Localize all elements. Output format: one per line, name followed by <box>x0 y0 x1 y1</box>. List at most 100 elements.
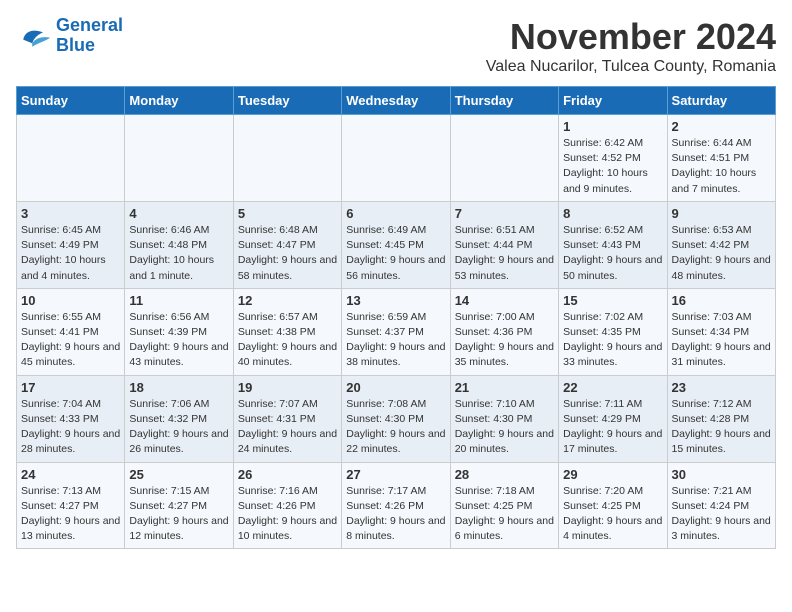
day-number: 4 <box>129 206 228 221</box>
calendar-cell: 24Sunrise: 7:13 AM Sunset: 4:27 PM Dayli… <box>17 462 125 549</box>
day-info: Sunrise: 7:02 AM Sunset: 4:35 PM Dayligh… <box>563 310 662 371</box>
day-info: Sunrise: 7:12 AM Sunset: 4:28 PM Dayligh… <box>672 397 771 458</box>
day-number: 25 <box>129 467 228 482</box>
calendar-cell: 18Sunrise: 7:06 AM Sunset: 4:32 PM Dayli… <box>125 375 233 462</box>
day-number: 20 <box>346 380 445 395</box>
day-info: Sunrise: 7:04 AM Sunset: 4:33 PM Dayligh… <box>21 397 120 458</box>
logo-icon <box>16 21 52 51</box>
calendar-cell: 23 Sunrise: 7:12 AM Sunset: 4:28 PM Dayli… <box>667 375 775 462</box>
day-number: 5 <box>238 206 337 221</box>
day-number: 21 <box>455 380 554 395</box>
calendar-cell: 19 Sunrise: 7:07 AM Sunset: 4:31 PM Dayli… <box>233 375 341 462</box>
day-info: Sunrise: 7:10 AM Sunset: 4:30 PM Dayligh… <box>455 397 554 458</box>
calendar-cell: 6Sunrise: 6:49 AM Sunset: 4:45 PM Daylig… <box>342 201 450 288</box>
calendar-week: 17 Sunrise: 7:04 AM Sunset: 4:33 PM Dayli… <box>17 375 776 462</box>
day-info: Sunrise: 6:52 AM Sunset: 4:43 PM Dayligh… <box>563 223 662 284</box>
logo-line1: General <box>56 15 123 35</box>
day-number: 11 <box>129 293 228 308</box>
day-number: 12 <box>238 293 337 308</box>
day-number: 3 <box>21 206 120 221</box>
column-header-saturday: Saturday <box>667 87 775 115</box>
day-info: Sunrise: 7:08 AM Sunset: 4:30 PM Dayligh… <box>346 397 445 458</box>
calendar-cell: 7 Sunrise: 6:51 AM Sunset: 4:44 PM Daylig… <box>450 201 558 288</box>
day-number: 29 <box>563 467 662 482</box>
month-title: November 2024 <box>486 16 776 58</box>
calendar-cell: 3 Sunrise: 6:45 AM Sunset: 4:49 PM Daylig… <box>17 201 125 288</box>
day-number: 8 <box>563 206 662 221</box>
calendar-cell: 4Sunrise: 6:46 AM Sunset: 4:48 PM Daylig… <box>125 201 233 288</box>
calendar-cell: 1 Sunrise: 6:42 AM Sunset: 4:52 PM Daylig… <box>559 115 667 202</box>
day-number: 23 <box>672 380 771 395</box>
calendar-body: 1 Sunrise: 6:42 AM Sunset: 4:52 PM Daylig… <box>17 115 776 549</box>
calendar-cell <box>125 115 233 202</box>
calendar-cell: 22 Sunrise: 7:11 AM Sunset: 4:29 PM Dayli… <box>559 375 667 462</box>
day-number: 13 <box>346 293 445 308</box>
calendar-cell: 2Sunrise: 6:44 AM Sunset: 4:51 PM Daylig… <box>667 115 775 202</box>
day-number: 17 <box>21 380 120 395</box>
calendar-week: 24Sunrise: 7:13 AM Sunset: 4:27 PM Dayli… <box>17 462 776 549</box>
location-subtitle: Valea Nucarilor, Tulcea County, Romania <box>486 58 776 76</box>
day-info: Sunrise: 7:00 AM Sunset: 4:36 PM Dayligh… <box>455 310 554 371</box>
logo-line2: Blue <box>56 35 95 55</box>
title-block: November 2024 Valea Nucarilor, Tulcea Co… <box>486 16 776 76</box>
day-number: 30 <box>672 467 771 482</box>
header-row: SundayMondayTuesdayWednesdayThursdayFrid… <box>17 87 776 115</box>
calendar-cell: 14 Sunrise: 7:00 AM Sunset: 4:36 PM Dayli… <box>450 288 558 375</box>
day-info: Sunrise: 6:55 AM Sunset: 4:41 PM Dayligh… <box>21 310 120 371</box>
logo: General Blue <box>16 16 123 56</box>
calendar-cell: 17 Sunrise: 7:04 AM Sunset: 4:33 PM Dayli… <box>17 375 125 462</box>
calendar-table: SundayMondayTuesdayWednesdayThursdayFrid… <box>16 86 776 549</box>
day-info: Sunrise: 7:11 AM Sunset: 4:29 PM Dayligh… <box>563 397 662 458</box>
day-info: Sunrise: 7:20 AM Sunset: 4:25 PM Dayligh… <box>563 484 662 545</box>
day-info: Sunrise: 7:13 AM Sunset: 4:27 PM Dayligh… <box>21 484 120 545</box>
day-number: 26 <box>238 467 337 482</box>
day-number: 15 <box>563 293 662 308</box>
calendar-week: 1 Sunrise: 6:42 AM Sunset: 4:52 PM Daylig… <box>17 115 776 202</box>
day-info: Sunrise: 6:44 AM Sunset: 4:51 PM Dayligh… <box>672 136 771 197</box>
column-header-sunday: Sunday <box>17 87 125 115</box>
day-number: 28 <box>455 467 554 482</box>
calendar-cell: 10 Sunrise: 6:55 AM Sunset: 4:41 PM Dayli… <box>17 288 125 375</box>
column-header-friday: Friday <box>559 87 667 115</box>
column-header-thursday: Thursday <box>450 87 558 115</box>
calendar-cell: 8 Sunrise: 6:52 AM Sunset: 4:43 PM Daylig… <box>559 201 667 288</box>
day-info: Sunrise: 6:51 AM Sunset: 4:44 PM Dayligh… <box>455 223 554 284</box>
day-number: 10 <box>21 293 120 308</box>
day-info: Sunrise: 6:42 AM Sunset: 4:52 PM Dayligh… <box>563 136 662 197</box>
day-info: Sunrise: 7:06 AM Sunset: 4:32 PM Dayligh… <box>129 397 228 458</box>
calendar-cell: 11 Sunrise: 6:56 AM Sunset: 4:39 PM Dayli… <box>125 288 233 375</box>
day-info: Sunrise: 6:45 AM Sunset: 4:49 PM Dayligh… <box>21 223 120 284</box>
calendar-cell: 20 Sunrise: 7:08 AM Sunset: 4:30 PM Dayli… <box>342 375 450 462</box>
calendar-cell: 26 Sunrise: 7:16 AM Sunset: 4:26 PM Dayli… <box>233 462 341 549</box>
column-header-monday: Monday <box>125 87 233 115</box>
logo-text: General Blue <box>56 16 123 56</box>
calendar-cell: 15 Sunrise: 7:02 AM Sunset: 4:35 PM Dayli… <box>559 288 667 375</box>
calendar-cell: 9Sunrise: 6:53 AM Sunset: 4:42 PM Daylig… <box>667 201 775 288</box>
column-header-tuesday: Tuesday <box>233 87 341 115</box>
day-info: Sunrise: 6:59 AM Sunset: 4:37 PM Dayligh… <box>346 310 445 371</box>
calendar-cell: 30Sunrise: 7:21 AM Sunset: 4:24 PM Dayli… <box>667 462 775 549</box>
day-number: 19 <box>238 380 337 395</box>
day-info: Sunrise: 6:56 AM Sunset: 4:39 PM Dayligh… <box>129 310 228 371</box>
calendar-cell: 13 Sunrise: 6:59 AM Sunset: 4:37 PM Dayli… <box>342 288 450 375</box>
day-info: Sunrise: 6:48 AM Sunset: 4:47 PM Dayligh… <box>238 223 337 284</box>
day-number: 14 <box>455 293 554 308</box>
day-info: Sunrise: 7:16 AM Sunset: 4:26 PM Dayligh… <box>238 484 337 545</box>
day-number: 22 <box>563 380 662 395</box>
calendar-cell: 5 Sunrise: 6:48 AM Sunset: 4:47 PM Daylig… <box>233 201 341 288</box>
calendar-week: 3 Sunrise: 6:45 AM Sunset: 4:49 PM Daylig… <box>17 201 776 288</box>
calendar-cell: 21 Sunrise: 7:10 AM Sunset: 4:30 PM Dayli… <box>450 375 558 462</box>
day-number: 7 <box>455 206 554 221</box>
calendar-header: SundayMondayTuesdayWednesdayThursdayFrid… <box>17 87 776 115</box>
calendar-cell <box>17 115 125 202</box>
calendar-cell: 28 Sunrise: 7:18 AM Sunset: 4:25 PM Dayli… <box>450 462 558 549</box>
day-info: Sunrise: 7:15 AM Sunset: 4:27 PM Dayligh… <box>129 484 228 545</box>
day-info: Sunrise: 7:18 AM Sunset: 4:25 PM Dayligh… <box>455 484 554 545</box>
day-number: 9 <box>672 206 771 221</box>
day-number: 1 <box>563 119 662 134</box>
day-info: Sunrise: 7:07 AM Sunset: 4:31 PM Dayligh… <box>238 397 337 458</box>
page-header: General Blue November 2024 Valea Nucaril… <box>16 16 776 76</box>
calendar-cell: 12Sunrise: 6:57 AM Sunset: 4:38 PM Dayli… <box>233 288 341 375</box>
calendar-week: 10 Sunrise: 6:55 AM Sunset: 4:41 PM Dayli… <box>17 288 776 375</box>
calendar-cell: 25 Sunrise: 7:15 AM Sunset: 4:27 PM Dayli… <box>125 462 233 549</box>
